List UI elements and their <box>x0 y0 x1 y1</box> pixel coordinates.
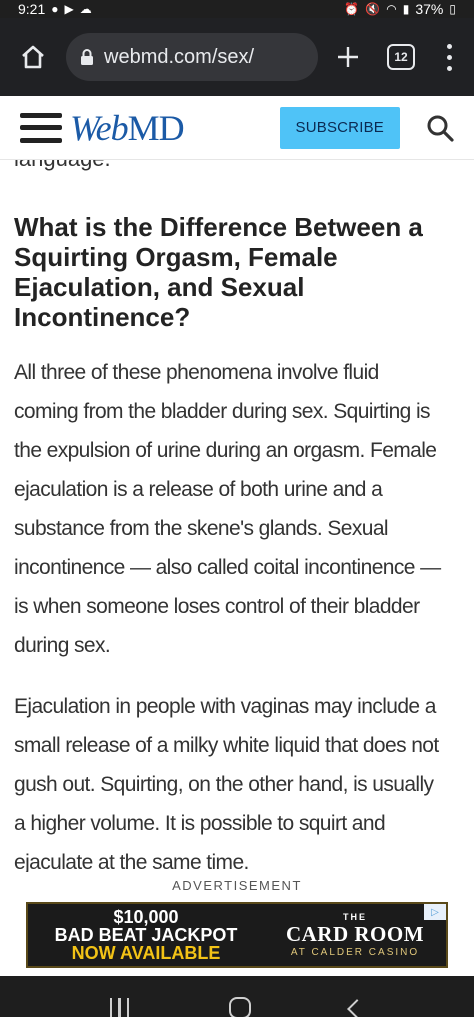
previous-paragraph-end: language. <box>14 160 111 172</box>
alarm-icon: ⏰ <box>344 2 360 16</box>
ad-jackpot-block: $10,000 BAD BEAT JACKPOT NOW AVAILABLE <box>28 908 264 962</box>
text-line: the expulsion of urine during an orgasm.… <box>14 439 437 462</box>
tab-count: 12 <box>387 44 415 70</box>
ad-the: THE <box>343 912 367 922</box>
browser-toolbar: webmd.com/sex/ 12 <box>0 18 474 96</box>
subscribe-button[interactable]: SUBSCRIBE <box>279 106 400 149</box>
text-line: is when someone loses control of their b… <box>14 595 420 618</box>
address-bar[interactable]: webmd.com/sex/ <box>66 33 318 81</box>
home-button[interactable] <box>10 34 56 80</box>
tab-switcher-button[interactable]: 12 <box>378 34 424 80</box>
ad-line-1: BAD BEAT JACKPOT <box>54 925 238 945</box>
search-icon <box>427 115 454 142</box>
youtube-icon: ▶ <box>64 2 74 16</box>
search-button[interactable] <box>426 114 454 142</box>
wifi-icon: ◠ <box>386 2 397 16</box>
text-line: incontinence — also called coital incont… <box>14 556 441 579</box>
hamburger-line <box>20 112 62 118</box>
text-line: ejaculation is a release of both urine a… <box>14 478 383 501</box>
battery-icon: ▯ <box>449 2 456 16</box>
new-tab-button[interactable] <box>328 34 368 80</box>
status-bar: 9:21 ● ▶ ☁ ⏰ 🔇 ◠ ▮ 37% ▯ <box>0 0 474 18</box>
signal-icon: ▮ <box>402 2 410 16</box>
hamburger-line <box>20 137 62 143</box>
section-heading: What is the Difference Between a Squirti… <box>14 212 423 332</box>
recents-bar <box>109 997 113 1017</box>
battery-level: 37% <box>415 1 444 17</box>
text-line: a higher volume. It is possible to squir… <box>14 812 386 835</box>
menu-dot <box>446 43 452 49</box>
text-line: substance from the skene's glands. Sexua… <box>14 517 389 540</box>
ad-title: CARD ROOM <box>285 922 425 946</box>
logo-web: Web <box>70 107 129 148</box>
recents-bar <box>118 997 121 1017</box>
adchoices-icon[interactable]: ▷ <box>424 904 446 920</box>
text-line: small release of a milky white liquid th… <box>14 734 439 757</box>
menu-dot <box>446 65 452 71</box>
text-line: during sex. <box>14 634 111 657</box>
status-time: 9:21 <box>18 1 46 17</box>
url-text: webmd.com/sex/ <box>104 45 255 68</box>
text-line: All three of these phenomena involve flu… <box>14 361 379 384</box>
hamburger-menu-icon[interactable] <box>20 112 62 143</box>
ad-brand-block: THE CARD ROOM AT CALDER CASINO <box>264 912 446 958</box>
system-navigation-bar <box>0 976 474 1017</box>
ad-line-2: NOW AVAILABLE <box>71 943 221 963</box>
messenger-icon: ● <box>51 2 59 16</box>
text-line: gush out. Squirting, on the other hand, … <box>14 773 434 796</box>
cloud-icon: ☁ <box>79 2 92 16</box>
text-line: Ejaculation in people with vaginas may i… <box>14 695 436 718</box>
lock-icon <box>80 48 94 66</box>
webmd-logo[interactable]: Web MD <box>70 107 185 149</box>
ad-amount: $10,000 <box>113 907 179 927</box>
status-right: ⏰ 🔇 ◠ ▮ 37% ▯ <box>344 1 456 17</box>
paragraph-1: All three of these phenomena involve flu… <box>14 353 464 665</box>
text-line: ejaculate at the same time. <box>14 851 249 872</box>
article-content: language. What is the Difference Between… <box>0 160 474 872</box>
status-left: 9:21 ● ▶ ☁ <box>18 1 92 17</box>
home-icon <box>22 45 44 69</box>
paragraph-2: Ejaculation in people with vaginas may i… <box>14 687 464 872</box>
back-button[interactable] <box>347 998 368 1017</box>
menu-dot <box>446 54 452 60</box>
mute-icon: 🔇 <box>365 2 381 16</box>
plus-icon <box>338 47 358 67</box>
site-header: Web MD SUBSCRIBE <box>0 96 474 160</box>
recents-button[interactable] <box>109 997 130 1017</box>
recents-bar <box>126 997 130 1017</box>
logo-md: MD <box>127 107 185 148</box>
ad-subtitle: AT CALDER CASINO <box>290 947 420 958</box>
advertisement-label: ADVERTISEMENT <box>172 878 302 893</box>
hamburger-line <box>20 125 62 130</box>
advertisement-area: ADVERTISEMENT $10,000 BAD BEAT JACKPOT N… <box>0 872 474 976</box>
home-nav-button[interactable] <box>228 996 251 1017</box>
text-line: coming from the bladder during sex. Squi… <box>14 400 431 423</box>
ad-banner[interactable]: $10,000 BAD BEAT JACKPOT NOW AVAILABLE T… <box>26 902 448 968</box>
browser-menu-button[interactable] <box>434 34 464 80</box>
